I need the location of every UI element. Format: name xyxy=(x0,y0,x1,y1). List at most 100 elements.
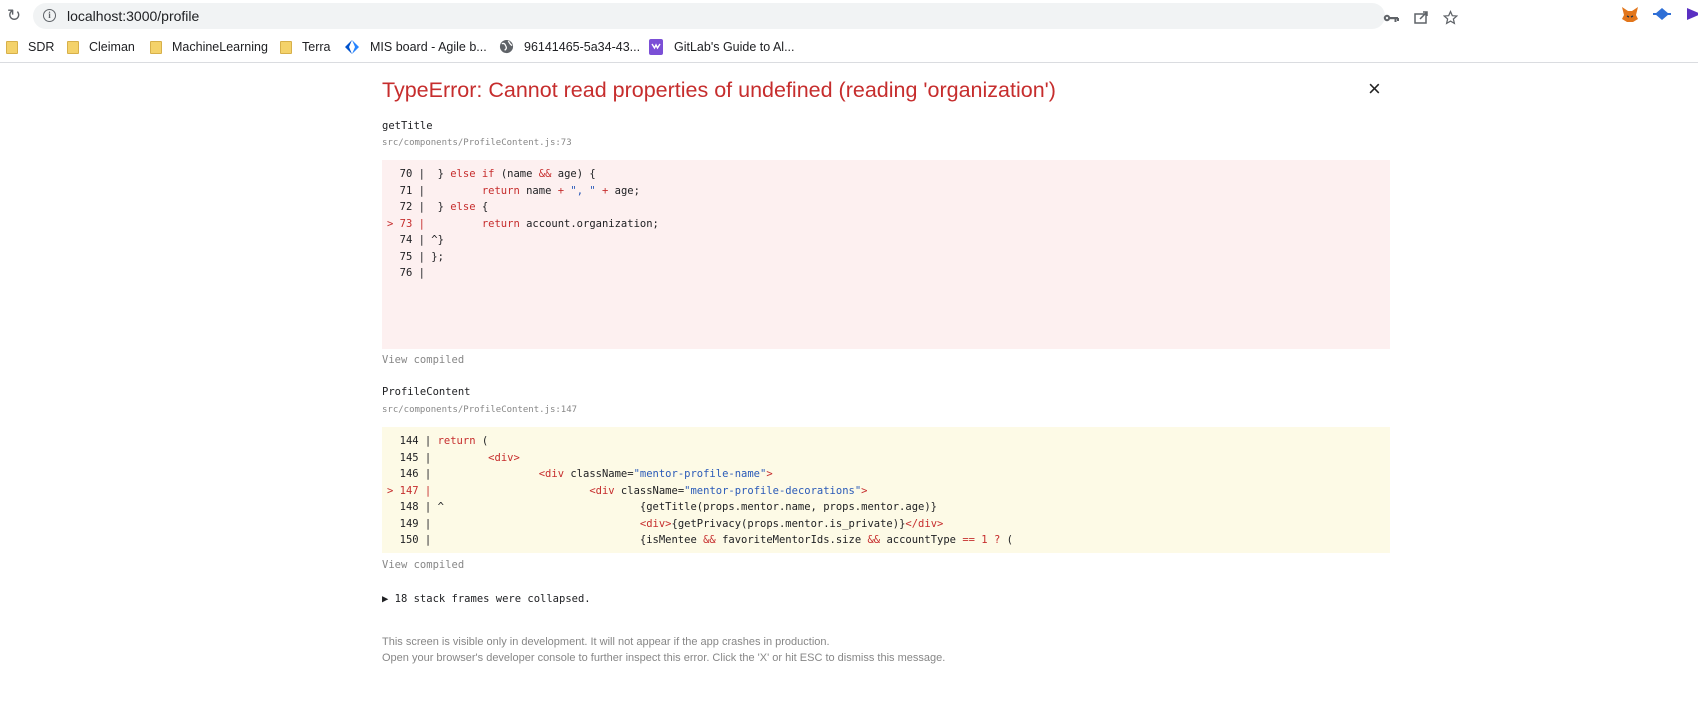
bookmark-machinelearning[interactable]: MachineLearning xyxy=(150,39,268,55)
code-token: else xyxy=(450,201,476,213)
code-token: account.organization; xyxy=(519,217,659,230)
code-token: <div> xyxy=(639,517,672,530)
globe-icon xyxy=(498,39,514,55)
bookmark-gitlab-guide[interactable]: GitLab's Guide to Al... xyxy=(648,39,795,55)
code-line: 150 | {isMentee && favoriteMentorIds.siz… xyxy=(382,532,1390,549)
frame-2-location: src/components/ProfileContent.js:147 xyxy=(382,405,578,415)
info-icon[interactable]: i xyxy=(43,9,56,22)
code-token: className= xyxy=(614,484,685,497)
code-line: 76 | xyxy=(382,265,1390,282)
folder-icon xyxy=(150,40,162,54)
code-token: ( xyxy=(1000,534,1013,546)
folder-icon xyxy=(67,40,79,54)
line-number: 76 | xyxy=(387,267,425,279)
code-token: "mentor-profile-decorations" xyxy=(684,484,862,497)
line-number: 148 | xyxy=(387,501,432,513)
bookmarks-bar: SDR Cleiman MachineLearning Terra MIS bo… xyxy=(0,32,1698,63)
purple-extension-icon[interactable] xyxy=(1684,6,1698,26)
error-title: TypeError: Cannot read properties of und… xyxy=(382,78,1056,102)
code-token: (name xyxy=(494,168,539,180)
url-text[interactable]: localhost:3000/profile xyxy=(67,8,199,24)
code-token: age; xyxy=(608,184,640,197)
code-token: > xyxy=(861,484,868,497)
line-number: > 73 | xyxy=(387,217,425,230)
code-token: className= xyxy=(564,468,634,480)
frame-2-function: ProfileContent xyxy=(382,386,471,398)
code-token: return xyxy=(481,217,520,230)
blue-extension-icon[interactable] xyxy=(1652,6,1672,26)
line-number: > 147 | xyxy=(387,484,432,497)
code-token: > xyxy=(766,468,773,480)
code-line: 146 | <div className="mentor-profile-nam… xyxy=(382,466,1390,483)
bookmark-cleiman[interactable]: Cleiman xyxy=(67,39,135,55)
footer-notice: This screen is visible only in developme… xyxy=(382,634,945,666)
code-token: ^} xyxy=(424,234,444,246)
close-icon[interactable]: × xyxy=(1368,77,1381,101)
key-icon[interactable] xyxy=(1383,10,1399,28)
code-line: 74 | ^} xyxy=(382,232,1390,249)
code-token: && xyxy=(867,534,881,546)
frame-1-view-compiled[interactable]: View compiled xyxy=(382,354,464,366)
frame-1-code: 70 | } else if (name && age) { 71 | retu… xyxy=(382,160,1390,349)
code-token: } xyxy=(424,201,451,213)
line-number: 72 | xyxy=(387,201,425,213)
folder-icon xyxy=(280,40,292,54)
code-token: } xyxy=(424,168,451,180)
frame-2-view-compiled[interactable]: View compiled xyxy=(382,559,464,571)
code-line: 71 | return name + ", " + age; xyxy=(382,183,1390,200)
code-token: }; xyxy=(424,250,444,263)
code-token: { xyxy=(475,201,489,213)
bookmark-terra[interactable]: Terra xyxy=(280,39,330,55)
line-number: 150 | xyxy=(387,534,432,546)
bookmark-sdr[interactable]: SDR xyxy=(6,39,54,55)
code-token: favoriteMentorIds.size xyxy=(715,534,868,546)
collapsed-frames-toggle[interactable]: ▶ 18 stack frames were collapsed. xyxy=(382,593,591,605)
line-number: 70 | xyxy=(387,168,425,180)
folder-icon xyxy=(6,40,18,54)
fox-extension-icon[interactable] xyxy=(1620,6,1640,26)
code-token: return xyxy=(481,184,520,197)
code-token: </div> xyxy=(905,517,944,530)
code-token: <div> xyxy=(488,451,520,464)
gitlab-guide-icon xyxy=(648,39,664,55)
code-line: 72 | } else { xyxy=(382,199,1390,216)
line-number: 146 | xyxy=(387,468,432,480)
line-number: 71 | xyxy=(387,184,425,197)
share-icon[interactable] xyxy=(1414,10,1429,28)
code-token: {isMentee xyxy=(431,534,704,546)
line-number: 149 | xyxy=(387,517,432,530)
code-line: > 147 | <div className="mentor-profile-d… xyxy=(382,483,1390,500)
line-number: 144 | xyxy=(387,435,432,447)
bookmark-96141465[interactable]: 96141465-5a34-43... xyxy=(498,39,640,55)
footer-line-1: This screen is visible only in developme… xyxy=(382,636,830,648)
line-number: 75 | xyxy=(387,250,425,263)
code-line: 145 | <div> xyxy=(382,450,1390,467)
code-token: <div xyxy=(538,468,565,480)
code-line: 148 | ^ {getTitle(props.mentor.name, pro… xyxy=(382,499,1390,516)
frame-1-location: src/components/ProfileContent.js:73 xyxy=(382,138,572,148)
line-number: 74 | xyxy=(387,234,425,246)
code-token: else if xyxy=(450,168,495,180)
code-token: ^ {getTitle(props.mentor.name, props.men… xyxy=(431,501,937,513)
reload-icon[interactable]: ↻ xyxy=(4,6,24,26)
code-line: > 73 | return account.organization; xyxy=(382,216,1390,233)
code-line: 70 | } else if (name && age) { xyxy=(382,166,1390,183)
code-token: "mentor-profile-name" xyxy=(633,468,767,480)
bookmark-mis-board[interactable]: MIS board - Agile b... xyxy=(344,39,487,55)
line-number: 145 | xyxy=(387,451,432,464)
jira-icon xyxy=(344,39,360,55)
frame-1-function: getTitle xyxy=(382,120,433,132)
code-token: ( xyxy=(475,435,489,447)
browser-toolbar: ↻ i localhost:3000/profile xyxy=(0,0,1698,32)
address-bar[interactable]: i localhost:3000/profile xyxy=(33,3,1459,29)
star-icon[interactable] xyxy=(1442,10,1459,29)
code-token: return xyxy=(437,435,476,447)
code-line: 144 | return ( xyxy=(382,433,1390,450)
code-token: {getPrivacy(props.mentor.is_private)} xyxy=(671,517,906,530)
code-token: age) { xyxy=(551,168,596,180)
code-line: 75 | }; xyxy=(382,249,1390,266)
